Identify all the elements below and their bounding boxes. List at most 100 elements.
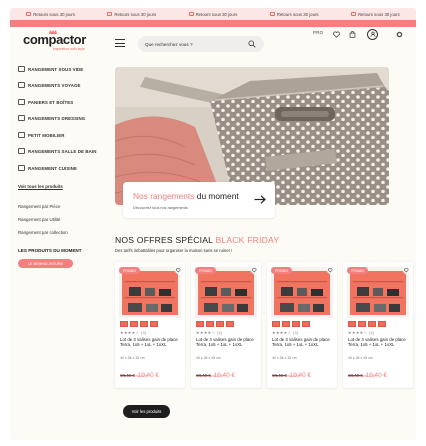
promo-item: Retours sous 30 jours: [26, 12, 75, 17]
sidebar-link-utilite[interactable]: Rangement par Utilité: [18, 217, 60, 222]
product-image: [347, 267, 409, 318]
promo-item: Retours sous 30 jours: [107, 12, 156, 17]
return-box-icon: [269, 12, 275, 16]
hero-title: Nos rangements du moment: [133, 191, 239, 201]
product-name: Lot de 3 valises gain de place Terra, 1x…: [272, 337, 330, 348]
product-card[interactable]: PROMO ★★★★☆ (4) Lot de 3 valises gain de…: [191, 262, 261, 388]
sidebar-item-mobilier[interactable]: PETIT MOBILIER: [18, 130, 65, 140]
page-frame: Retours sous 30 jours Retours sous 30 jo…: [10, 8, 416, 440]
see-products-button[interactable]: Voir les produits: [123, 405, 170, 418]
bag-icon[interactable]: [348, 30, 356, 38]
rating-stars: ★★★★☆ (4): [196, 330, 223, 335]
search-icon[interactable]: [248, 40, 256, 48]
promo-item: Retours sous 30 jours: [269, 12, 319, 17]
sidebar-link-collection[interactable]: Rangement par collection: [18, 230, 68, 235]
product-dimensions: 40 x 28 x 15 cm: [348, 356, 373, 360]
favorite-heart-icon[interactable]: [175, 267, 182, 274]
swatch[interactable]: [226, 321, 234, 327]
favorite-heart-icon[interactable]: [403, 267, 410, 274]
wardrobe-icon: [18, 115, 25, 121]
promo-badge: PROMO: [195, 267, 216, 274]
promo-badge: PROMO: [271, 267, 292, 274]
product-image: [119, 267, 181, 318]
product-dimensions: 40 x 28 x 15 cm: [196, 356, 221, 360]
product-name: Lot de 3 valises gain de place Terra, 1x…: [196, 337, 254, 348]
sidebar-item-dressing[interactable]: RANGEMENTS DRESSING: [18, 113, 85, 123]
sidebar-favorites-button[interactable]: LE BEHIND-INTURE: [18, 259, 73, 268]
rating-stars: ★★★★☆ (4): [272, 330, 299, 335]
furniture-icon: [18, 132, 25, 138]
basket-icon: [18, 99, 25, 105]
crown-icon: [49, 30, 57, 34]
return-box-icon: [26, 12, 32, 16]
swatch[interactable]: [378, 321, 386, 327]
account-icon[interactable]: [367, 28, 378, 40]
menu-button[interactable]: [115, 39, 125, 47]
bathroom-icon: [18, 148, 25, 154]
promo-item: Retours sous 30 jours: [350, 12, 400, 17]
sidebar-item-voyage[interactable]: RANGEMENTS VOYAGE: [18, 80, 81, 90]
product-card[interactable]: PROMO ★★★★☆ (4) Lot de 3 valises gain de…: [115, 262, 185, 388]
language-flag-icon[interactable]: [395, 30, 403, 38]
offers-title: NOS OFFRES SPÉCIAL BLACK FRIDAY: [115, 235, 280, 245]
favorite-heart-icon[interactable]: [251, 267, 258, 274]
color-swatches: [348, 321, 386, 327]
promo-bar: Retours sous 30 jours Retours sous 30 jo…: [10, 8, 416, 20]
color-swatches: [272, 321, 310, 327]
search-input[interactable]: [141, 38, 241, 50]
product-card[interactable]: PROMO ★★★★☆ (4) Lot de 3 valises gain de…: [267, 262, 337, 388]
kitchen-icon: [18, 165, 25, 171]
swatch[interactable]: [130, 321, 138, 327]
hero-card[interactable]: Nos rangements du moment Découvrez tous …: [123, 182, 275, 218]
sidebar-item-salle-de-bain[interactable]: RANGEMENTS SALLE DE BAIN: [18, 146, 97, 156]
vacuum-bag-icon: [18, 66, 25, 72]
price-row: 18,40 €10,40 €: [272, 364, 311, 382]
price-row: 18,40 €10,40 €: [196, 364, 235, 382]
sidebar-item-cuisine[interactable]: RANGEMENT CUISINE: [18, 163, 77, 173]
see-all-products-link[interactable]: Voir tous les produits: [18, 184, 63, 189]
swatch[interactable]: [140, 321, 148, 327]
sidebar-item-sous-vide[interactable]: RANGEMENT SOUS VIDE: [18, 64, 83, 74]
product-dimensions: 40 x 28 x 15 cm: [120, 356, 145, 360]
swatch[interactable]: [358, 321, 366, 327]
saving-label: Economisez 20%: [120, 374, 148, 378]
category-sidebar: RANGEMENT SOUS VIDE RANGEMENTS VOYAGE PA…: [10, 64, 114, 284]
menu-bar: [115, 46, 125, 47]
menu-bar: [115, 42, 125, 44]
product-image: [195, 267, 257, 318]
product-name: Lot de 3 valises gain de place Terra, 1x…: [120, 337, 178, 348]
heart-icon[interactable]: [332, 30, 340, 38]
return-box-icon: [107, 12, 113, 16]
swatch[interactable]: [272, 321, 280, 327]
sidebar-favorites-heading: LES PRODUITS DU MOMENT: [18, 248, 82, 253]
arrow-right-icon[interactable]: [254, 195, 266, 204]
swatch[interactable]: [368, 321, 376, 327]
promo-badge: PROMO: [347, 267, 368, 274]
product-dimensions: 40 x 28 x 15 cm: [272, 356, 297, 360]
offers-subtitle: Des tarifs imbattables pour organiser la…: [115, 248, 233, 253]
sidebar-link-piece[interactable]: Rangement par Pièce: [18, 204, 60, 209]
swatch[interactable]: [348, 321, 356, 327]
logo[interactable]: compactor inspiration with style: [23, 30, 86, 53]
swatch[interactable]: [216, 321, 224, 327]
color-swatches: [196, 321, 234, 327]
return-box-icon: [350, 12, 356, 16]
product-image: [271, 267, 333, 318]
swatch[interactable]: [302, 321, 310, 327]
swatch[interactable]: [206, 321, 214, 327]
favorite-heart-icon[interactable]: [327, 267, 334, 274]
price-row: 18,40 €10,40 €: [348, 364, 387, 382]
return-box-icon: [188, 12, 194, 16]
saving-label: Economisez 20%: [348, 374, 376, 378]
swatch[interactable]: [196, 321, 204, 327]
swatch[interactable]: [292, 321, 300, 327]
promo-badge: PROMO: [119, 267, 140, 274]
price-row: 18,40 €10,40 €: [120, 364, 159, 382]
swatch[interactable]: [120, 321, 128, 327]
sidebar-item-paniers[interactable]: PANIERS ET BOÎTES: [18, 97, 73, 107]
hero-subtitle: Découvrez tous nos rangements: [133, 206, 188, 210]
swatch[interactable]: [150, 321, 158, 327]
swatch[interactable]: [282, 321, 290, 327]
product-card[interactable]: PROMO ★★★★☆ (4) Lot de 3 valises gain de…: [343, 262, 413, 388]
pro-link[interactable]: PRO: [313, 30, 323, 35]
